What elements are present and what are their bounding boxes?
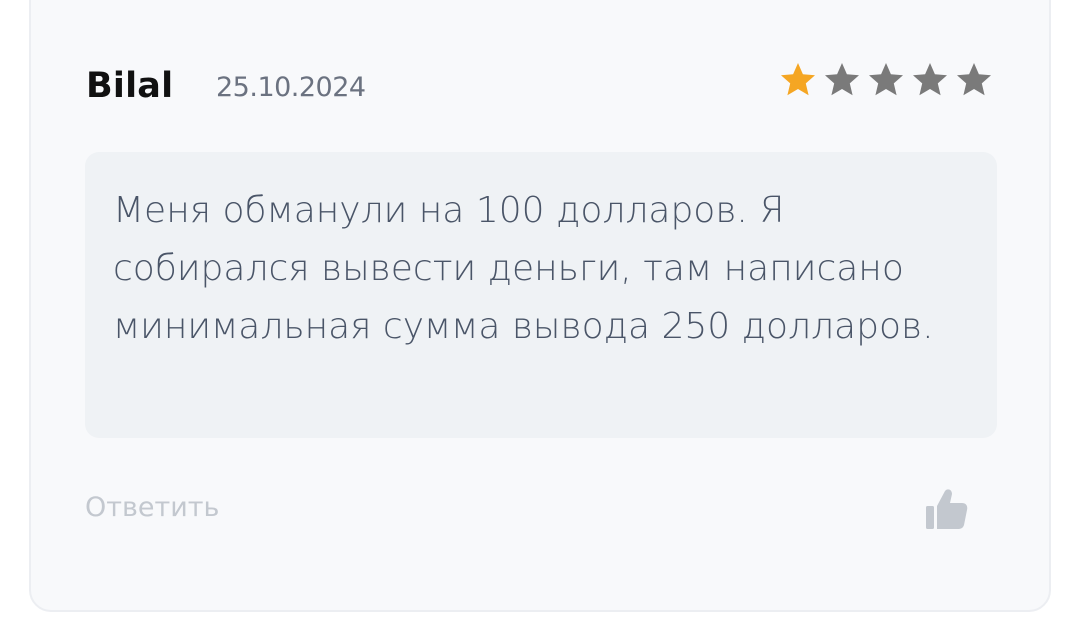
star-icon-4 bbox=[910, 60, 950, 100]
star-icon-3 bbox=[866, 60, 906, 100]
review-body: Меня обманули на 100 долларов. Я собирал… bbox=[85, 152, 997, 438]
star-icon-1 bbox=[778, 60, 818, 100]
star-icon-5 bbox=[954, 60, 994, 100]
like-button[interactable] bbox=[922, 486, 970, 532]
reply-button[interactable]: Ответить bbox=[85, 492, 219, 523]
star-rating bbox=[778, 60, 994, 100]
star-icon-2 bbox=[822, 60, 862, 100]
review-date: 25.10.2024 bbox=[216, 72, 366, 103]
review-text: Меня обманули на 100 долларов. Я собирал… bbox=[113, 190, 934, 347]
thumbs-up-icon bbox=[926, 489, 968, 529]
review-author: Bilal bbox=[86, 66, 174, 106]
